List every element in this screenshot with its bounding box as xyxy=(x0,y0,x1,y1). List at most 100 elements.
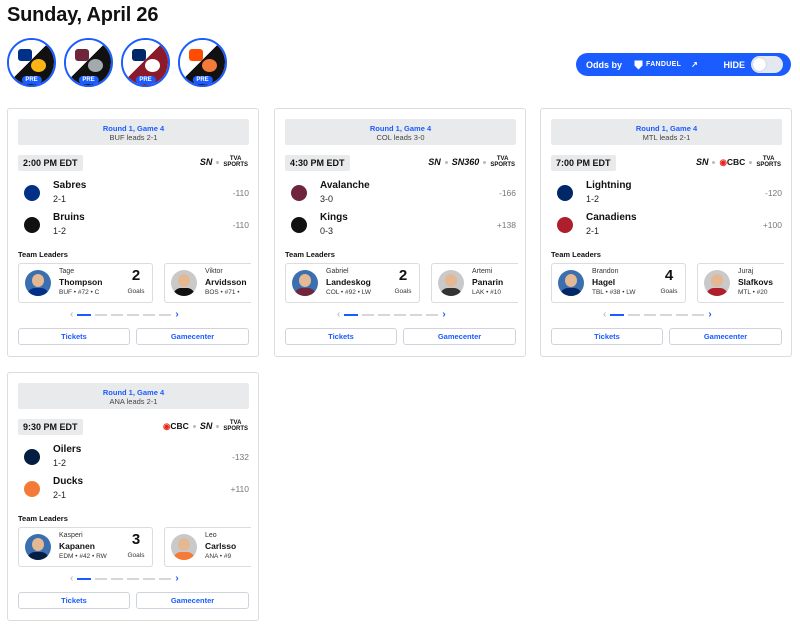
leader-card[interactable]: Leo Carlsso ANA • #9 xyxy=(164,527,251,567)
leaders-pager: ‹ › xyxy=(337,309,446,320)
player-first-name: Tage xyxy=(59,268,75,275)
pager-dot[interactable] xyxy=(362,313,375,316)
player-last-name: Hagel xyxy=(592,277,616,287)
tickets-button[interactable]: Tickets xyxy=(285,328,397,345)
series-banner[interactable]: Round 1, Game 4 ANA leads 2-1 xyxy=(18,383,249,409)
team-odds[interactable]: -110 xyxy=(233,220,249,230)
pager-dot[interactable] xyxy=(143,313,156,316)
quick-game-2[interactable]: PRE xyxy=(64,38,113,87)
pager-dot-active[interactable] xyxy=(344,313,359,316)
pager-dot[interactable] xyxy=(159,577,172,580)
game-card: Round 1, Game 4 ANA leads 2-1 9:30 PM ED… xyxy=(7,372,259,621)
separator-dot xyxy=(712,160,716,164)
chevron-left-icon[interactable]: ‹ xyxy=(337,309,340,320)
pager-dot-active[interactable] xyxy=(77,313,92,316)
quick-game-4[interactable]: PRE xyxy=(178,38,227,87)
pager-dot[interactable] xyxy=(111,313,124,316)
gamecenter-button[interactable]: Gamecenter xyxy=(136,592,249,609)
quick-game-3[interactable]: PRE xyxy=(121,38,170,87)
team-odds[interactable]: -120 xyxy=(765,188,782,198)
player-stat-value: 4 xyxy=(664,267,674,284)
pager-dot[interactable] xyxy=(127,577,140,580)
chevron-right-icon[interactable]: › xyxy=(442,309,445,320)
team-odds[interactable]: -132 xyxy=(232,452,249,462)
team-row[interactable]: Canadiens 2-1 +100 xyxy=(551,211,782,239)
pager-dot-active[interactable] xyxy=(610,313,625,316)
player-stat-value: 3 xyxy=(131,531,141,548)
series-banner[interactable]: Round 1, Game 4 BUF leads 2-1 xyxy=(18,119,249,145)
gamecenter-button[interactable]: Gamecenter xyxy=(403,328,516,345)
player-info: BOS • #71 • xyxy=(205,289,240,296)
quick-game-1[interactable]: PRE xyxy=(7,38,56,87)
chevron-left-icon[interactable]: ‹ xyxy=(70,573,73,584)
team-odds[interactable]: +138 xyxy=(497,220,516,230)
gamecenter-button[interactable]: Gamecenter xyxy=(669,328,782,345)
team-record: 0-3 xyxy=(320,226,334,236)
leaders-pager: ‹ › xyxy=(603,309,712,320)
team-row[interactable]: Lightning 1-2 -120 xyxy=(551,179,782,207)
leader-card[interactable]: Juraj Slafkovs MTL • #20 xyxy=(697,263,784,303)
broadcaster-logo: SN xyxy=(695,157,709,167)
team-row[interactable]: Kings 0-3 +138 xyxy=(285,211,516,239)
pager-dot[interactable] xyxy=(95,313,108,316)
pregame-badge: PRE xyxy=(135,76,156,84)
leader-card[interactable]: Gabriel Landeskog COL • #92 • LW 2 Goals xyxy=(285,263,420,303)
team-odds[interactable]: -166 xyxy=(499,188,516,198)
broadcaster-logo: ◉CBC xyxy=(162,420,189,431)
game-time: 7:00 PM EDT xyxy=(551,155,616,171)
team-odds[interactable]: +100 xyxy=(763,220,782,230)
series-banner[interactable]: Round 1, Game 4 COL leads 3-0 xyxy=(285,119,516,145)
chevron-right-icon[interactable]: › xyxy=(175,573,178,584)
player-stat-label: Goals xyxy=(660,288,678,295)
external-link-icon[interactable]: ↗ xyxy=(691,60,698,69)
series-status: COL leads 3-0 xyxy=(376,133,425,142)
gamecenter-button[interactable]: Gamecenter xyxy=(136,328,249,345)
pager-dot[interactable] xyxy=(143,577,156,580)
pager-dot[interactable] xyxy=(628,313,641,316)
team-name: Bruins xyxy=(53,212,85,223)
leader-card[interactable]: Kasperi Kapanen EDM • #42 • RW 3 Goals xyxy=(18,527,153,567)
team-row[interactable]: Ducks 2-1 +110 xyxy=(18,475,249,503)
team-odds[interactable]: -110 xyxy=(233,188,249,198)
pager-dot[interactable] xyxy=(692,313,705,316)
broadcaster-logo: TVA SPORTS xyxy=(490,156,515,168)
hide-odds-toggle[interactable] xyxy=(751,56,783,73)
pager-dot[interactable] xyxy=(111,577,124,580)
player-avatar xyxy=(292,270,318,296)
player-first-name: Brandon xyxy=(592,268,619,275)
player-avatar xyxy=(25,534,51,560)
tickets-button[interactable]: Tickets xyxy=(551,328,663,345)
team-odds[interactable]: +110 xyxy=(230,484,249,494)
team-row[interactable]: Oilers 1-2 -132 xyxy=(18,443,249,471)
pager-dot[interactable] xyxy=(159,313,172,316)
pager-dot[interactable] xyxy=(378,313,391,316)
pager-dot[interactable] xyxy=(644,313,657,316)
player-first-name: Juraj xyxy=(738,268,754,275)
tickets-button[interactable]: Tickets xyxy=(18,592,130,609)
tickets-button[interactable]: Tickets xyxy=(18,328,130,345)
pager-dot[interactable] xyxy=(426,313,439,316)
series-banner[interactable]: Round 1, Game 4 MTL leads 2-1 xyxy=(551,119,782,145)
pager-dot-active[interactable] xyxy=(77,577,92,580)
broadcasters: SN ◉CBC TVA SPORTS xyxy=(696,156,781,168)
team-logo-icon xyxy=(31,59,46,72)
chevron-left-icon[interactable]: ‹ xyxy=(70,309,73,320)
pager-dot[interactable] xyxy=(95,577,108,580)
pager-dot[interactable] xyxy=(394,313,407,316)
leader-card[interactable]: Artemi Panarin LAK • #10 xyxy=(431,263,518,303)
team-row[interactable]: Bruins 1-2 -110 xyxy=(18,211,249,239)
leader-card[interactable]: Viktor Arvidsson BOS • #71 • xyxy=(164,263,251,303)
pager-dot[interactable] xyxy=(676,313,689,316)
pager-dot[interactable] xyxy=(410,313,423,316)
chevron-left-icon[interactable]: ‹ xyxy=(603,309,606,320)
chevron-right-icon[interactable]: › xyxy=(175,309,178,320)
leader-card[interactable]: Brandon Hagel TBL • #38 • LW 4 Goals xyxy=(551,263,686,303)
pager-dot[interactable] xyxy=(127,313,140,316)
leader-card[interactable]: Tage Thompson BUF • #72 • C 2 Goals xyxy=(18,263,153,303)
team-logo-icon xyxy=(557,217,573,233)
team-row[interactable]: Avalanche 3-0 -166 xyxy=(285,179,516,207)
fanduel-link[interactable]: FANDUEL xyxy=(634,60,681,70)
chevron-right-icon[interactable]: › xyxy=(708,309,711,320)
team-row[interactable]: Sabres 2-1 -110 xyxy=(18,179,249,207)
pager-dot[interactable] xyxy=(660,313,673,316)
